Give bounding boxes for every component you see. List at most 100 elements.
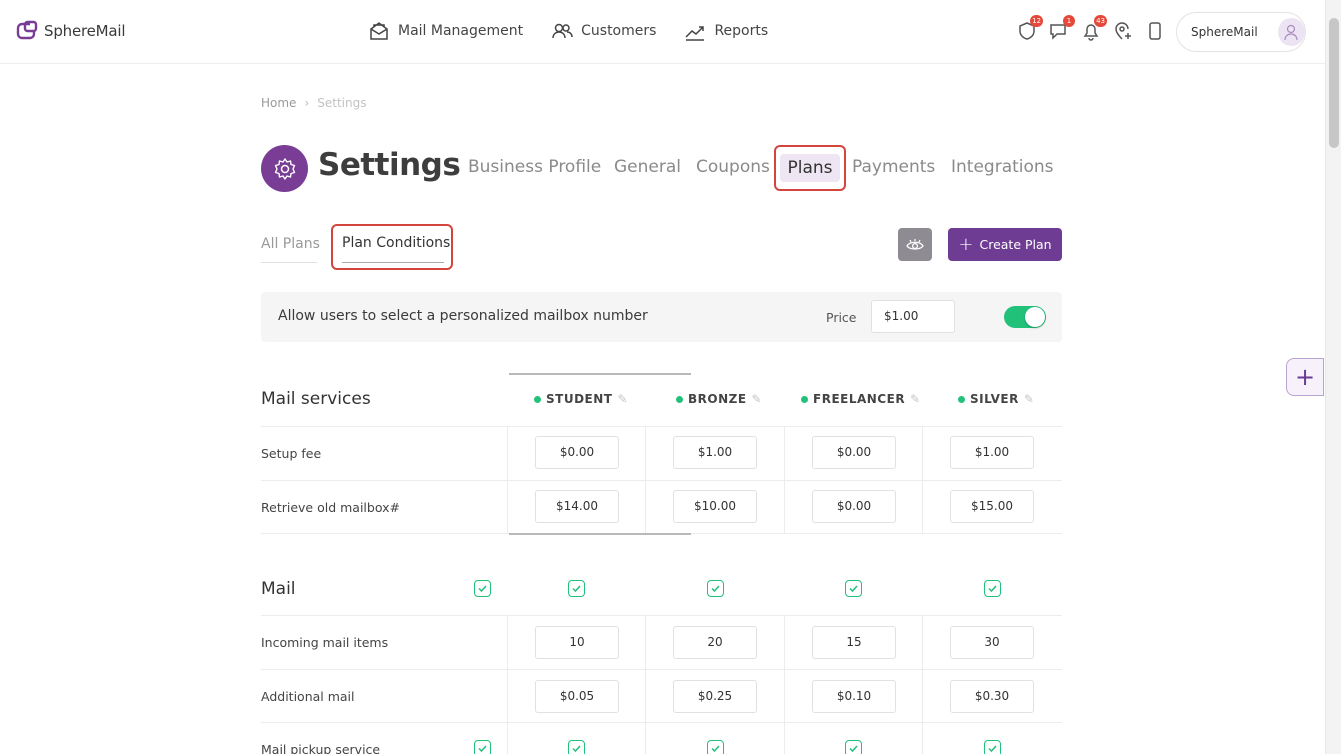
plan-header-student: STUDENT ✎ bbox=[534, 392, 628, 406]
retrieve-mailbox-bronze-input[interactable]: $10.00 bbox=[673, 490, 757, 523]
price-input[interactable]: $1.00 bbox=[871, 300, 955, 333]
edit-pencil-icon[interactable]: ✎ bbox=[752, 392, 763, 406]
retrieve-mailbox-freelancer-input[interactable]: $0.00 bbox=[812, 490, 896, 523]
status-dot bbox=[534, 395, 541, 403]
check-icon bbox=[572, 745, 581, 753]
condition-toggle[interactable] bbox=[1004, 306, 1046, 328]
subtab-all-plans[interactable]: All Plans bbox=[261, 236, 320, 252]
additional-mail-silver-input[interactable]: $0.30 bbox=[950, 680, 1034, 713]
plan-header-freelancer: FREELANCER ✎ bbox=[801, 392, 921, 406]
page-scrollbar[interactable] bbox=[1325, 0, 1341, 754]
nav-reports[interactable]: Reports bbox=[684, 20, 768, 42]
column-divider bbox=[922, 615, 923, 754]
edit-pencil-icon[interactable]: ✎ bbox=[617, 392, 628, 406]
mobile-button[interactable] bbox=[1144, 20, 1166, 42]
mail-pickup-bronze-checkbox[interactable] bbox=[707, 740, 724, 754]
subtab-divider bbox=[261, 262, 317, 263]
mail-student-checkbox[interactable] bbox=[568, 580, 585, 597]
tab-coupons[interactable]: Coupons bbox=[696, 157, 770, 177]
settings-badge bbox=[261, 145, 308, 192]
plus-icon: + bbox=[958, 233, 974, 255]
plan-name: FREELANCER bbox=[813, 392, 906, 406]
status-dot bbox=[958, 395, 965, 403]
tab-plans[interactable]: Plans bbox=[774, 145, 846, 191]
row-label-incoming-mail-items: Incoming mail items bbox=[261, 635, 389, 650]
plan-header-bronze: BRONZE ✎ bbox=[676, 392, 762, 406]
tab-payments[interactable]: Payments bbox=[852, 157, 935, 177]
mail-section-checkbox[interactable] bbox=[474, 580, 491, 597]
chevron-right-icon: › bbox=[304, 96, 310, 110]
app-name: SphereMail bbox=[44, 22, 126, 40]
nav-label: Customers bbox=[581, 23, 657, 39]
check-icon bbox=[478, 745, 487, 753]
notification-badge: 1 bbox=[1063, 15, 1075, 27]
mail-open-icon bbox=[370, 22, 388, 40]
check-icon bbox=[849, 585, 858, 593]
notifications-button[interactable]: 43 bbox=[1080, 15, 1107, 42]
incoming-mail-bronze-input[interactable]: 20 bbox=[673, 626, 757, 659]
incoming-mail-student-input[interactable]: 10 bbox=[535, 626, 619, 659]
mail-pickup-freelancer-checkbox[interactable] bbox=[845, 740, 862, 754]
setup-fee-bronze-input[interactable]: $1.00 bbox=[673, 436, 757, 469]
mail-freelancer-checkbox[interactable] bbox=[845, 580, 862, 597]
breadcrumb-home[interactable]: Home bbox=[261, 96, 296, 110]
messages-button[interactable]: 1 bbox=[1048, 15, 1075, 42]
mail-pickup-student-checkbox[interactable] bbox=[568, 740, 585, 754]
row-divider bbox=[261, 722, 1062, 723]
setup-fee-silver-input[interactable]: $1.00 bbox=[950, 436, 1034, 469]
scroll-indicator-top bbox=[509, 373, 691, 375]
subtab-plan-conditions[interactable]: Plan Conditions bbox=[331, 224, 453, 270]
edit-pencil-icon[interactable]: ✎ bbox=[1024, 392, 1035, 406]
tab-general[interactable]: General bbox=[614, 157, 681, 177]
shield-alert-button[interactable]: 12 bbox=[1016, 15, 1043, 42]
notification-badge: 43 bbox=[1094, 15, 1107, 27]
check-icon bbox=[988, 585, 997, 593]
setup-fee-freelancer-input[interactable]: $0.00 bbox=[812, 436, 896, 469]
page-title: Settings bbox=[318, 147, 461, 183]
row-label-mail-pickup-service: Mail pickup service bbox=[261, 742, 381, 754]
tab-integrations[interactable]: Integrations bbox=[951, 157, 1054, 177]
check-icon bbox=[988, 745, 997, 753]
incoming-mail-silver-input[interactable]: 30 bbox=[950, 626, 1034, 659]
toggle-knob bbox=[1025, 307, 1045, 327]
additional-mail-student-input[interactable]: $0.05 bbox=[535, 680, 619, 713]
tab-business-profile[interactable]: Business Profile bbox=[468, 157, 601, 177]
row-label-retrieve-old-mailbox: Retrieve old mailbox# bbox=[261, 500, 400, 515]
retrieve-mailbox-silver-input[interactable]: $15.00 bbox=[950, 490, 1034, 523]
retrieve-mailbox-student-input[interactable]: $14.00 bbox=[535, 490, 619, 523]
plan-name: STUDENT bbox=[546, 392, 613, 406]
status-dot bbox=[801, 395, 808, 403]
row-divider bbox=[261, 480, 1062, 481]
section-mail: Mail bbox=[261, 579, 296, 599]
add-location-button[interactable] bbox=[1112, 20, 1134, 42]
setup-fee-student-input[interactable]: $0.00 bbox=[535, 436, 619, 469]
floating-add-button[interactable]: + bbox=[1286, 358, 1324, 396]
column-divider bbox=[645, 615, 646, 754]
create-plan-button[interactable]: + Create Plan bbox=[948, 228, 1062, 261]
additional-mail-freelancer-input[interactable]: $0.10 bbox=[812, 680, 896, 713]
edit-pencil-icon[interactable]: ✎ bbox=[910, 392, 921, 406]
section-mail-services: Mail services bbox=[261, 389, 371, 409]
mail-bronze-checkbox[interactable] bbox=[707, 580, 724, 597]
personalized-mailbox-condition: Allow users to select a personalized mai… bbox=[261, 292, 1062, 342]
nav-customers[interactable]: Customers bbox=[551, 20, 656, 42]
location-plus-icon bbox=[1115, 22, 1131, 40]
mail-pickup-silver-checkbox[interactable] bbox=[984, 740, 1001, 754]
check-icon bbox=[572, 585, 581, 593]
mail-pickup-row-checkbox[interactable] bbox=[474, 740, 491, 754]
eye-icon bbox=[906, 238, 924, 250]
scroll-indicator-bottom bbox=[509, 533, 691, 535]
notification-badge: 12 bbox=[1030, 15, 1043, 27]
mail-silver-checkbox[interactable] bbox=[984, 580, 1001, 597]
app-logo[interactable]: SphereMail bbox=[16, 20, 126, 42]
incoming-mail-freelancer-input[interactable]: 15 bbox=[812, 626, 896, 659]
nav-label: Mail Management bbox=[398, 23, 524, 39]
nav-mail-management[interactable]: Mail Management bbox=[368, 20, 523, 42]
account-menu[interactable]: SphereMail bbox=[1176, 12, 1306, 52]
preview-button[interactable] bbox=[898, 228, 932, 261]
scrollbar-thumb[interactable] bbox=[1329, 18, 1339, 148]
user-avatar-icon bbox=[1284, 24, 1298, 41]
additional-mail-bronze-input[interactable]: $0.25 bbox=[673, 680, 757, 713]
plan-name: BRONZE bbox=[688, 392, 747, 406]
breadcrumb-current: Settings bbox=[317, 96, 367, 110]
